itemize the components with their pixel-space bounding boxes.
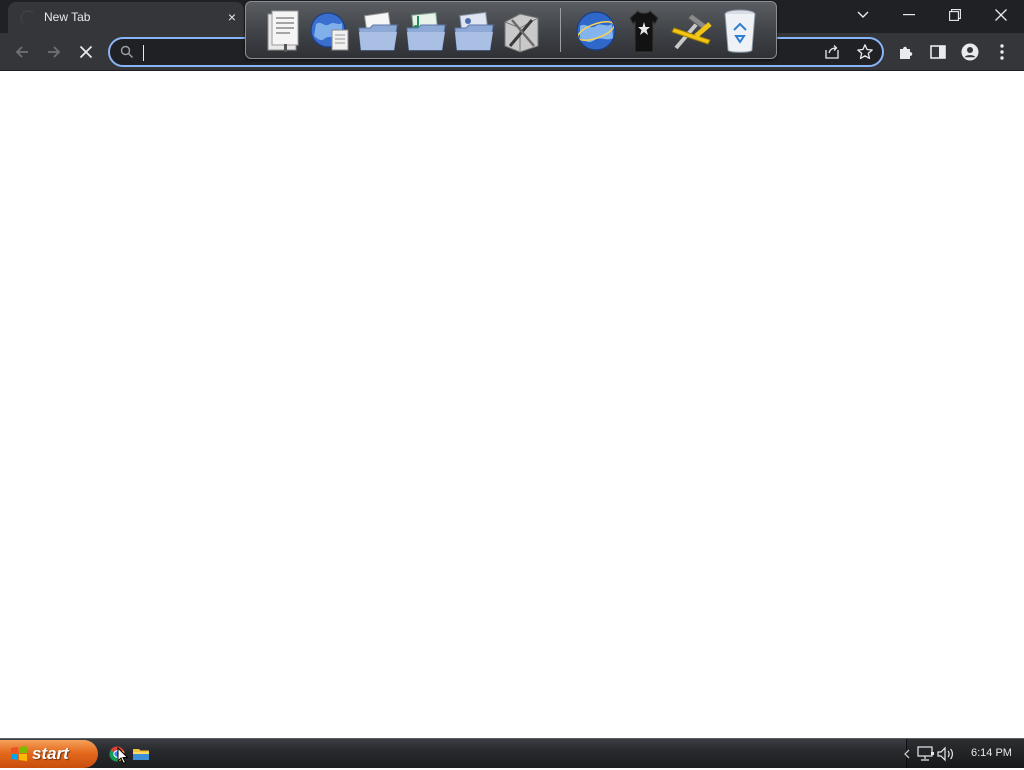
globe-document-icon[interactable] bbox=[308, 6, 352, 56]
profile-icon bbox=[961, 43, 979, 61]
menu-icon bbox=[1000, 44, 1004, 60]
stop-button[interactable] bbox=[72, 38, 100, 66]
tshirt-icon[interactable] bbox=[622, 6, 666, 56]
document-icon[interactable] bbox=[262, 6, 306, 56]
network-icon[interactable] bbox=[917, 746, 935, 762]
back-arrow-icon bbox=[15, 46, 28, 58]
search-icon bbox=[120, 45, 134, 59]
minimize-button[interactable] bbox=[886, 0, 932, 30]
taskbar: start 6:14 PM bbox=[0, 738, 1024, 768]
tray-expand-icon[interactable] bbox=[903, 749, 911, 759]
profile-button[interactable] bbox=[959, 41, 981, 63]
dock-separator bbox=[560, 8, 561, 52]
pictures-folder-icon[interactable] bbox=[452, 6, 496, 56]
tab-search-icon bbox=[857, 11, 869, 18]
tab-close-button[interactable]: × bbox=[224, 9, 240, 25]
music-folder-icon[interactable] bbox=[404, 6, 448, 56]
forward-arrow-icon bbox=[48, 46, 61, 58]
tab-new-tab[interactable]: New Tab × bbox=[8, 2, 244, 33]
volume-icon[interactable] bbox=[937, 746, 955, 762]
share-icon[interactable] bbox=[824, 44, 840, 60]
application-dock bbox=[245, 1, 777, 59]
file-explorer-taskbar-icon[interactable] bbox=[133, 747, 149, 766]
side-panel-icon bbox=[930, 45, 946, 59]
recycle-bin-icon[interactable] bbox=[718, 6, 762, 56]
start-button[interactable]: start bbox=[0, 740, 98, 768]
close-window-button[interactable] bbox=[978, 0, 1024, 30]
tools-icon[interactable] bbox=[670, 6, 714, 56]
clock[interactable]: 6:14 PM bbox=[971, 747, 1012, 759]
close-icon bbox=[995, 9, 1007, 21]
tab-search-button[interactable] bbox=[840, 0, 886, 30]
page-content bbox=[0, 71, 1024, 738]
star-icon[interactable] bbox=[856, 43, 874, 61]
menu-button[interactable] bbox=[991, 41, 1013, 63]
extensions-icon bbox=[900, 46, 913, 59]
back-button[interactable] bbox=[8, 38, 36, 66]
side-panel-button[interactable] bbox=[927, 41, 949, 63]
documents-folder-icon[interactable] bbox=[356, 6, 400, 56]
start-label: start bbox=[32, 744, 69, 763]
tab-title: New Tab bbox=[44, 10, 91, 24]
text-caret bbox=[143, 45, 144, 61]
restore-button[interactable] bbox=[932, 0, 978, 30]
mouse-cursor-icon bbox=[117, 746, 129, 770]
restore-icon bbox=[949, 9, 961, 21]
loading-spinner-icon bbox=[20, 10, 36, 26]
extensions-button[interactable] bbox=[895, 41, 917, 63]
forward-button[interactable] bbox=[40, 38, 68, 66]
utilities-icon[interactable] bbox=[500, 6, 544, 56]
minimize-icon bbox=[903, 14, 915, 16]
stop-icon bbox=[79, 45, 93, 59]
system-tray: 6:14 PM bbox=[903, 739, 1024, 768]
windows-logo-icon bbox=[11, 746, 27, 761]
internet-globe-icon[interactable] bbox=[574, 6, 618, 56]
